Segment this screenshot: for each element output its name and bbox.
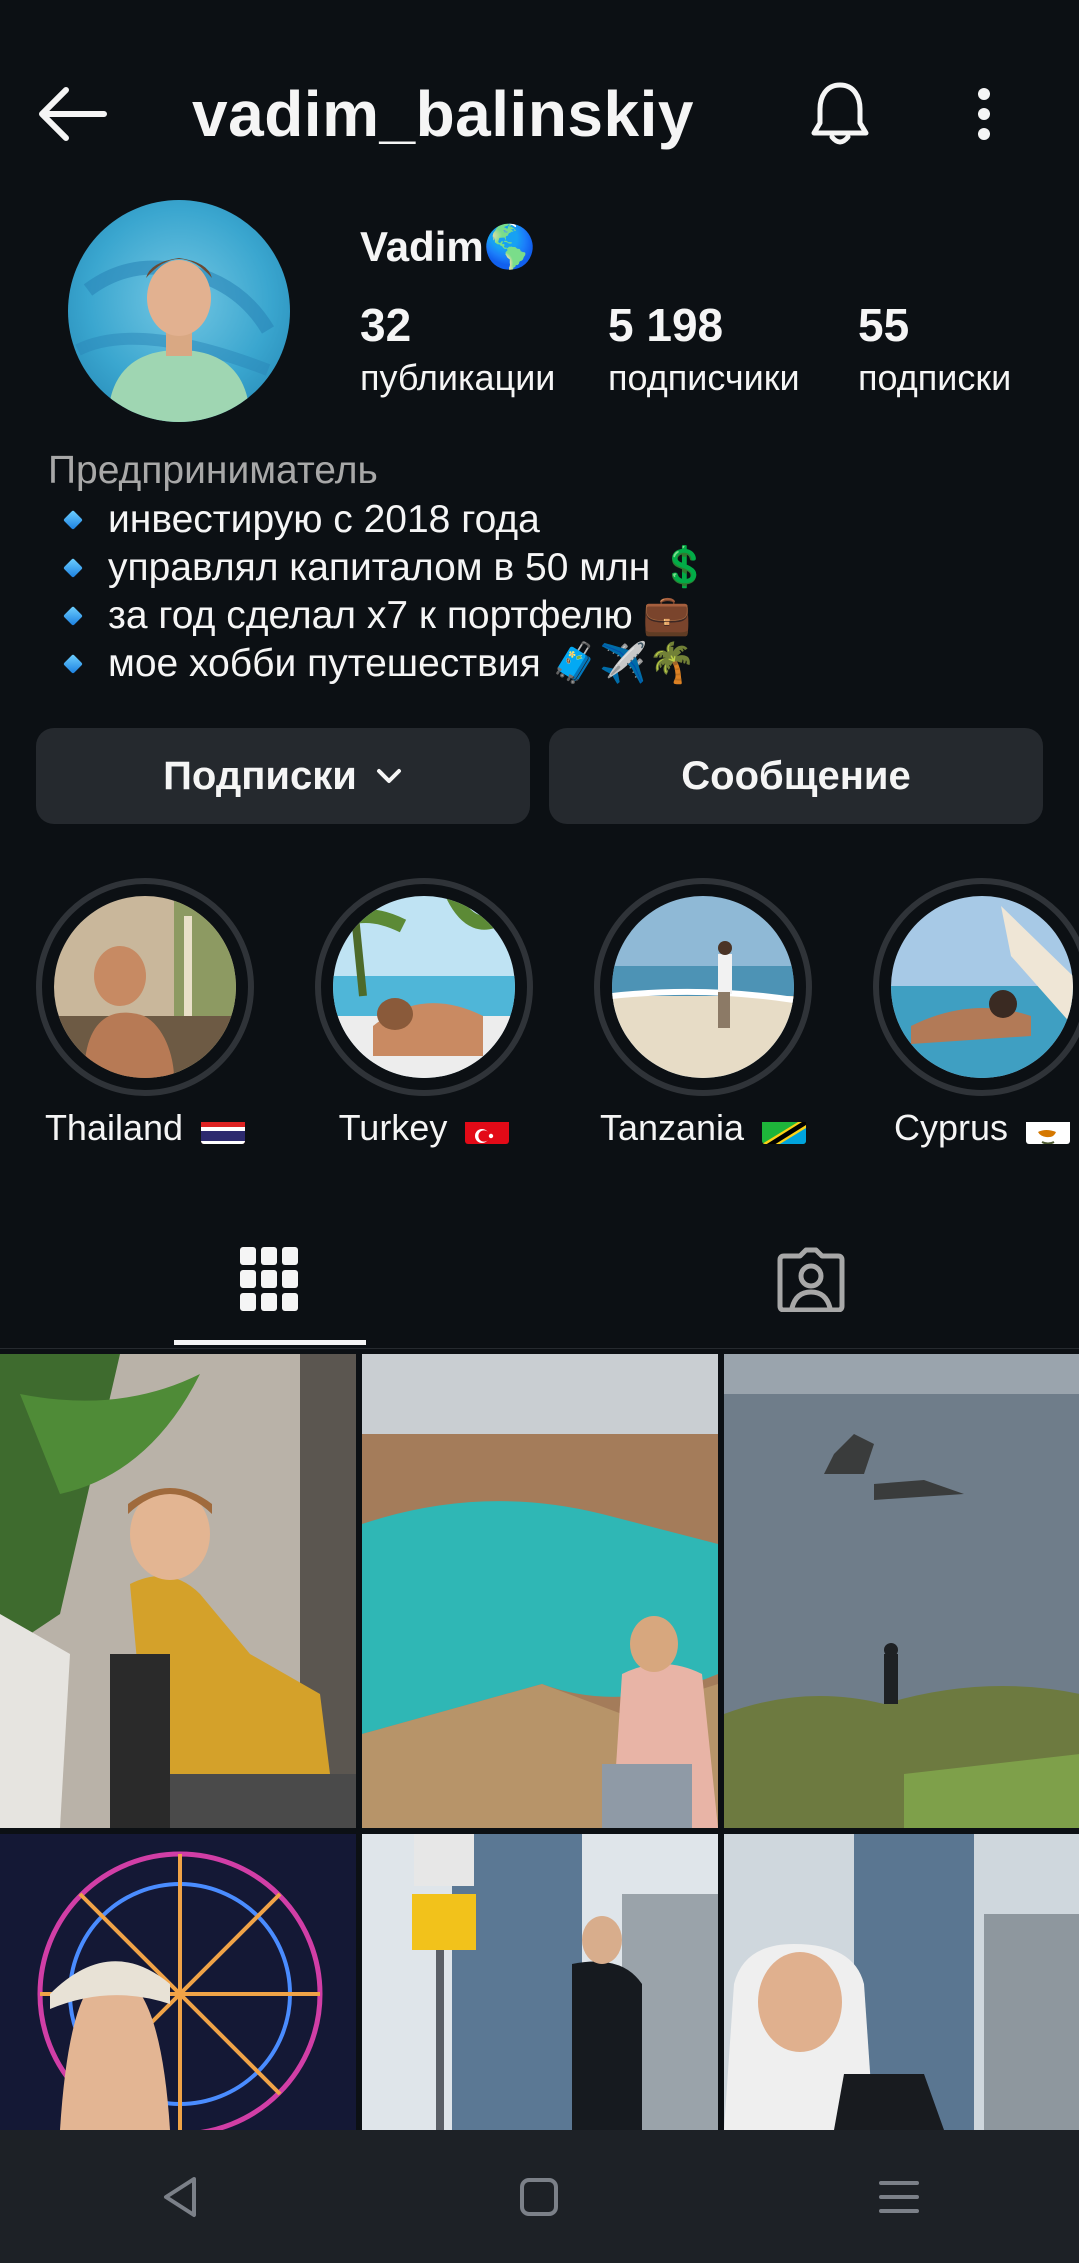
bio-text: мое хобби путешествия — [108, 642, 541, 685]
system-back-button[interactable] — [120, 2147, 240, 2247]
highlight-label: Cyprus — [841, 1106, 1079, 1150]
profile-bio: инвестирую с 2018 года управлял капитало… — [58, 496, 1058, 688]
highlight-label: Turkey — [283, 1106, 565, 1150]
tabs-divider — [0, 1348, 1079, 1349]
highlight-label-text: Tanzania — [599, 1107, 745, 1148]
profile-avatar[interactable] — [68, 200, 290, 422]
followers-count[interactable]: 5 198 подписчики — [608, 298, 800, 400]
post-thumbnail[interactable] — [0, 1834, 356, 2130]
posts-count-label: публикации — [360, 357, 556, 398]
highlight-label-text: Cyprus — [893, 1107, 1008, 1148]
tab-tagged[interactable] — [716, 1218, 906, 1340]
following-count[interactable]: 55 подписки — [858, 298, 1011, 400]
highlight-label-text: Turkey — [338, 1107, 448, 1148]
highlight-cover — [333, 896, 515, 1078]
blue-diamond-icon — [63, 654, 83, 674]
post-thumbnail[interactable] — [724, 1834, 1079, 2130]
following-button-label: Подписки — [163, 753, 357, 798]
tagged-user-icon — [777, 1247, 845, 1312]
flag-tanzania-icon — [762, 1116, 807, 1145]
bio-line: инвестирую с 2018 года — [58, 496, 1058, 544]
following-count-value: 55 — [858, 299, 910, 351]
post-thumbnail[interactable] — [0, 1354, 356, 1828]
system-navigation-bar — [0, 2130, 1079, 2263]
more-vertical-icon — [978, 88, 990, 140]
more-options-button[interactable] — [944, 72, 1024, 156]
menu-lines-icon — [879, 2180, 920, 2213]
grid-icon — [240, 1247, 298, 1311]
notifications-button[interactable] — [800, 72, 880, 156]
highlight-item[interactable]: Cyprus — [871, 876, 1079, 1176]
bell-icon — [811, 82, 869, 145]
blue-diamond-icon — [63, 606, 83, 626]
message-button-label: Сообщение — [681, 753, 911, 798]
triangle-back-icon — [163, 2176, 196, 2217]
posts-grid — [0, 1354, 1079, 2130]
system-recents-button[interactable] — [839, 2147, 959, 2247]
posts-count[interactable]: 32 публикации — [360, 298, 555, 400]
arrow-left-icon — [39, 87, 107, 141]
bio-emoji: 💼 — [642, 594, 692, 637]
highlight-cover — [612, 896, 794, 1078]
bio-line: мое хобби путешествия 🧳✈️🌴 — [58, 640, 1058, 688]
post-thumbnail[interactable] — [724, 1354, 1079, 1828]
followers-count-value: 5 198 — [608, 299, 724, 351]
flag-thailand-icon — [201, 1116, 246, 1145]
highlight-item[interactable]: Thailand — [34, 876, 264, 1176]
bio-text: за год сделал х7 к портфелю — [108, 594, 633, 637]
display-name-text: Vadim — [360, 223, 484, 270]
back-button[interactable] — [30, 72, 114, 156]
avatar-image — [75, 258, 275, 422]
active-tab-indicator — [174, 1340, 366, 1345]
highlight-label-text: Thailand — [44, 1107, 184, 1148]
highlight-item[interactable]: Tanzania — [592, 876, 822, 1176]
post-thumbnail[interactable] — [362, 1834, 718, 2130]
post-thumbnail[interactable] — [362, 1354, 718, 1828]
posts-count-value: 32 — [360, 299, 412, 351]
highlight-label: Tanzania — [562, 1106, 844, 1150]
tab-posts-grid[interactable] — [174, 1218, 364, 1340]
following-button[interactable]: Подписки — [36, 728, 530, 824]
message-button[interactable]: Сообщение — [549, 728, 1043, 824]
highlight-cover — [891, 896, 1073, 1078]
following-count-label: подписки — [858, 357, 1012, 398]
flag-turkey-icon — [465, 1116, 510, 1145]
highlight-cover — [54, 896, 236, 1078]
bio-line: за год сделал х7 к портфелю 💼 — [58, 592, 1058, 640]
blue-diamond-icon — [63, 558, 83, 578]
highlight-label: Thailand — [4, 1106, 286, 1150]
system-home-button[interactable] — [479, 2147, 599, 2247]
bio-emoji: 🧳✈️🌴 — [550, 642, 697, 685]
globe-emoji: 🌎 — [483, 223, 537, 270]
bio-text: инвестирую с 2018 года — [108, 498, 540, 541]
highlight-item[interactable]: Turkey — [313, 876, 543, 1176]
profile-header: vadim_balinskiy — [0, 0, 1079, 220]
bio-text: управлял капиталом в 50 млн — [108, 546, 651, 589]
flag-cyprus-icon — [1026, 1116, 1071, 1145]
followers-count-label: подписчики — [608, 357, 800, 398]
profile-username: vadim_balinskiy — [192, 78, 694, 150]
blue-diamond-icon — [63, 510, 83, 530]
profile-display-name: Vadim🌎 — [360, 222, 536, 272]
square-home-icon — [520, 2177, 559, 2216]
chevron-down-icon — [376, 769, 401, 783]
bio-line: управлял капиталом в 50 млн 💲 — [58, 544, 1058, 592]
profile-category: Предприниматель — [48, 449, 378, 492]
bio-emoji: 💲 — [660, 546, 709, 589]
